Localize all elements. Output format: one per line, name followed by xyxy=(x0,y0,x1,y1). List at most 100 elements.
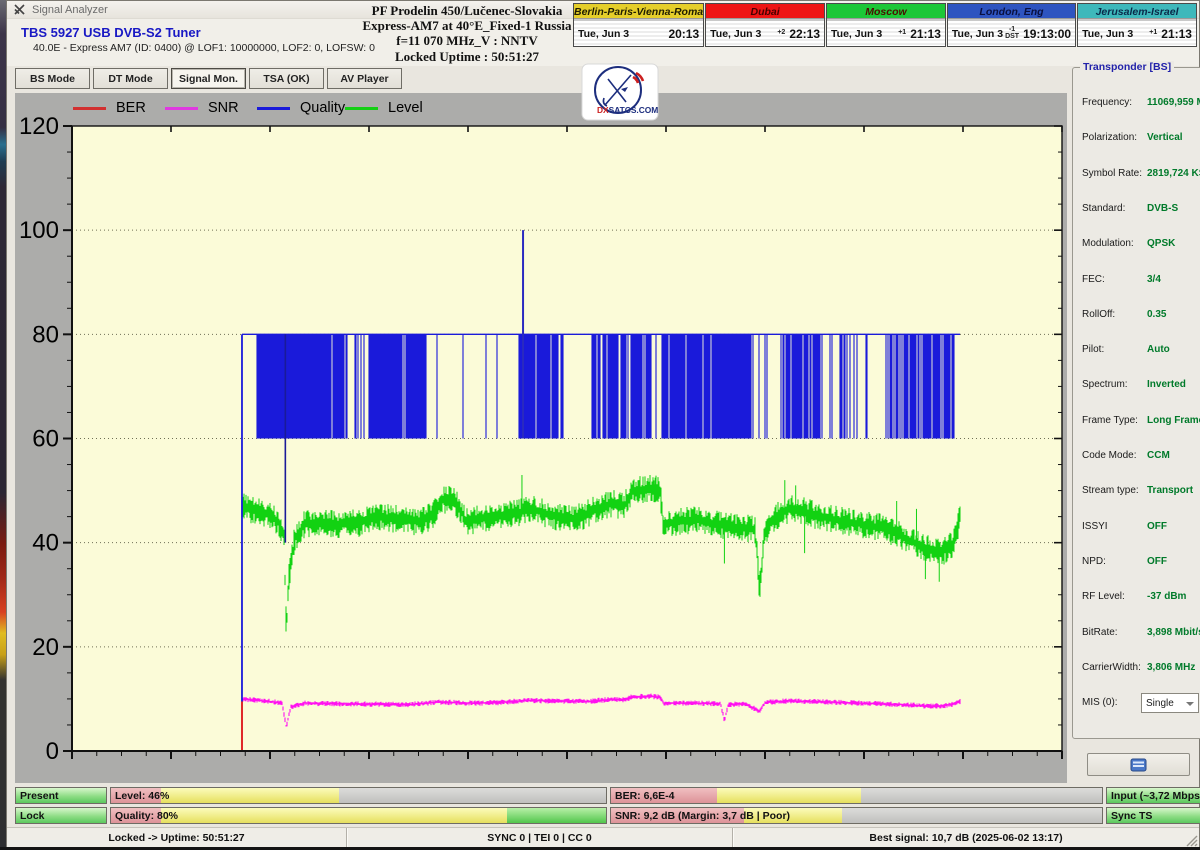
meter-label: Quality: 80% xyxy=(115,808,178,823)
clock-date: Tue, Jun 3 xyxy=(578,28,629,40)
tp-value: Vertical xyxy=(1147,132,1183,143)
drive-icon xyxy=(1130,758,1147,772)
tp-row-pilot: Pilot: Auto xyxy=(1073,344,1200,360)
tab-signal-mon-[interactable]: Signal Mon. xyxy=(171,68,246,89)
svg-text:80: 80 xyxy=(32,321,59,348)
mis-select[interactable]: Single xyxy=(1141,693,1199,713)
clock-body: Tue, Jun 3 20:13 xyxy=(574,21,703,46)
status-meters-row2: Lock Quality: 80% SNR: 9,2 dB (Margin: 3,7… xyxy=(15,807,1200,824)
tp-value: 11069,959 MHz xyxy=(1147,97,1200,108)
svg-text:40: 40 xyxy=(32,530,59,557)
tab-dt-mode[interactable]: DT Mode xyxy=(93,68,168,89)
tp-row-symbol-rate: Symbol Rate:2819,724 KS/s xyxy=(1073,168,1200,184)
tp-value: -37 dBm xyxy=(1147,591,1186,602)
status-meters-row1: Present Level: 46% BER: 6,6E-4 Input (~3,72… xyxy=(15,787,1200,804)
clock-date: Tue, Jun 3 xyxy=(831,28,882,40)
tp-label: Standard: xyxy=(1082,203,1125,214)
meter-syncts: Sync TS xyxy=(1106,807,1200,824)
tab-av-player[interactable]: AV Player xyxy=(327,68,402,89)
clock-city-label: Jerusalem-Israel xyxy=(1078,4,1196,21)
tp-label: RF Level: xyxy=(1082,591,1125,602)
clock-time: 20:13 xyxy=(668,27,699,41)
tp-row-npd: NPD:OFF xyxy=(1073,556,1200,572)
resize-grip[interactable] xyxy=(1185,834,1198,847)
meter-present: Present xyxy=(15,787,107,804)
tp-value: OFF xyxy=(1147,521,1167,532)
tp-row-issyi: ISSYI OFF xyxy=(1073,521,1200,537)
world-clocks: Berlin-Paris-Vienna-Roma Tue, Jun 3 20:13 D… xyxy=(573,3,1197,47)
signal-plot: 020406080100120 xyxy=(15,93,1067,788)
tp-label: ISSYI xyxy=(1082,521,1108,532)
meter-label: Lock xyxy=(20,808,45,823)
app-dish-icon xyxy=(13,3,26,16)
transponder-title: Transponder [BS] xyxy=(1080,61,1174,73)
header-zone: PF Prodelin 450/Lučenec-Slovakia Express… xyxy=(7,19,1199,66)
tp-row-mis-0: MIS (0):Single xyxy=(1073,697,1200,713)
meter-label: BER: 6,6E-4 xyxy=(615,788,675,803)
clock-time: 21:13 xyxy=(910,27,941,41)
transponder-save-button[interactable] xyxy=(1087,753,1190,776)
tp-value: 0.35 xyxy=(1147,309,1166,320)
tp-row-rf-level: RF Level: -37 dBm xyxy=(1073,591,1200,607)
tp-row-standard: Standard: DVB-S xyxy=(1073,203,1200,219)
clock-date: Tue, Jun 3 xyxy=(952,28,1003,40)
meter-input: Input (~3,72 Mbps) xyxy=(1106,787,1200,804)
tp-label: BitRate: xyxy=(1082,627,1118,638)
tp-value: Long Frame xyxy=(1147,415,1200,426)
clock-london-eng: London, EngTue, Jun 3-1DST19:13:00 xyxy=(947,3,1076,47)
clock-time: 22:13 xyxy=(789,27,820,41)
tp-row-rolloff: RollOff: 0.35 xyxy=(1073,309,1200,325)
window-title: Signal Analyzer xyxy=(32,4,108,16)
clock-jerusalem-israel: Jerusalem-IsraelTue, Jun 3+121:13 xyxy=(1077,3,1197,47)
tp-label: Symbol Rate: xyxy=(1082,168,1142,179)
tp-row-spectrum: Spectrum: Inverted xyxy=(1073,379,1200,395)
meter-label: Present xyxy=(20,788,59,803)
meter-snr: SNR: 9,2 dB (Margin: 3,7 dB | Poor) xyxy=(610,807,1103,824)
signal-analyzer-app: Signal Analyzer PF Prodelin 450/Lučenec-… xyxy=(0,0,1200,850)
tab-bs-mode[interactable]: BS Mode xyxy=(15,68,90,89)
clock-date: Tue, Jun 3 xyxy=(1082,28,1133,40)
tp-label: Spectrum: xyxy=(1082,379,1128,390)
clock-utc-offset: +2 xyxy=(775,30,787,37)
clock-city-label: Dubai xyxy=(706,4,824,21)
tp-label: NPD: xyxy=(1082,556,1106,567)
tp-label: Pilot: xyxy=(1082,344,1104,355)
tp-value: DVB-S xyxy=(1147,203,1178,214)
status-locked-uptime: Locked -> Uptime: 50:51:27 xyxy=(7,828,346,848)
tp-label: Frame Type: xyxy=(1082,415,1138,426)
tp-row-code-mode: Code Mode:CCM xyxy=(1073,450,1200,466)
tp-row-polarization: Polarization: Vertical xyxy=(1073,132,1200,148)
svg-text:100: 100 xyxy=(19,217,59,244)
meter-label: Input (~3,72 Mbps) xyxy=(1111,788,1200,803)
tp-row-carrierwidth: CarrierWidth:3,806 MHz xyxy=(1073,662,1200,678)
tp-row-fec: FEC:3/4 xyxy=(1073,274,1200,290)
dxsatcs-logo: DXSATCS.COM xyxy=(581,63,659,121)
tp-label: Polarization: xyxy=(1082,132,1137,143)
transponder-panel: Transponder [BS] Frequency:11069,959 MHz… xyxy=(1072,67,1200,739)
tp-value: Auto xyxy=(1147,344,1170,355)
logo-rest: SATCS.COM xyxy=(609,105,659,115)
tp-label: RollOff: xyxy=(1082,309,1115,320)
clock-city-label: Berlin-Paris-Vienna-Roma xyxy=(574,4,703,21)
status-bar: Locked -> Uptime: 50:51:27 SYNC 0 | TEI … xyxy=(7,827,1199,848)
tab-tsa-ok-[interactable]: TSA (OK) xyxy=(249,68,324,89)
mode-tabs: BS ModeDT ModeSignal Mon.TSA (OK)AV Play… xyxy=(15,68,402,89)
tp-label: MIS (0): xyxy=(1082,697,1118,708)
clock-body: Tue, Jun 3+121:13 xyxy=(1078,21,1196,46)
tp-value: QPSK xyxy=(1147,238,1175,249)
clock-body: Tue, Jun 3+222:13 xyxy=(706,21,824,46)
tp-label: Code Mode: xyxy=(1082,450,1136,461)
tp-value: Inverted xyxy=(1147,379,1186,390)
meter-level: Level: 46% xyxy=(110,787,607,804)
chevron-down-icon xyxy=(1186,702,1194,706)
clock-time: 21:13 xyxy=(1161,27,1192,41)
tuner-name: TBS 5927 USB DVB-S2 Tuner xyxy=(21,25,201,40)
tp-row-modulation: Modulation:QPSK xyxy=(1073,238,1200,254)
clock-utc-offset: -1DST xyxy=(1003,27,1021,40)
tp-row-bitrate: BitRate:3,898 Mbit/s xyxy=(1073,627,1200,643)
app-window: Signal Analyzer PF Prodelin 450/Lučenec-… xyxy=(6,0,1200,847)
tp-row-frame-type: Frame Type: Long Frame xyxy=(1073,415,1200,431)
meter-label: Sync TS xyxy=(1111,808,1152,823)
tp-row-stream-type: Stream type:Transport xyxy=(1073,485,1200,501)
svg-text:60: 60 xyxy=(32,426,59,453)
